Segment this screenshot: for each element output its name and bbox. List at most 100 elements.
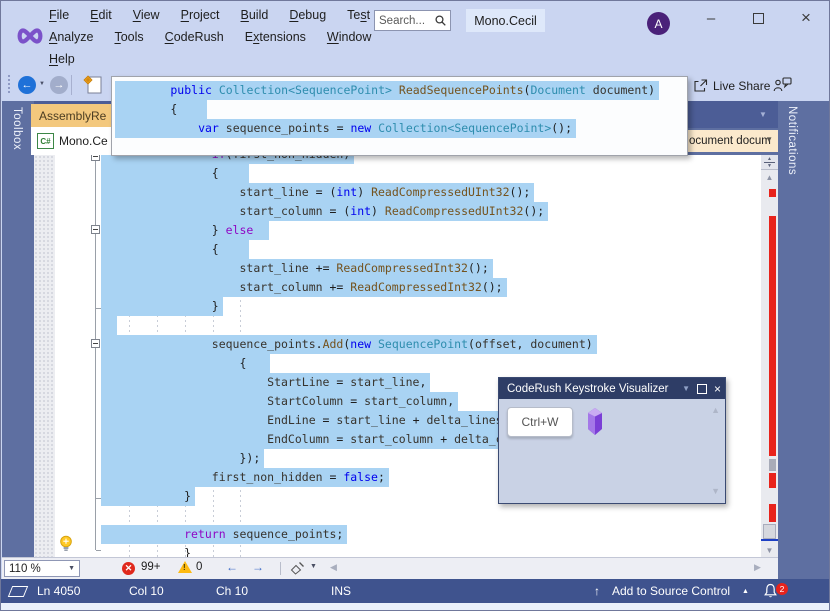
hscroll-right-icon[interactable]: ▶ (754, 562, 761, 573)
title-bar: File Edit View Project Build Debug Test Analyz… (1, 1, 830, 69)
scrollbar-error-mark (769, 189, 776, 197)
code-line[interactable]: StartColumn = start_column, (101, 392, 458, 411)
code-line[interactable]: } (101, 297, 223, 316)
menu-item-analyze[interactable]: Analyze (49, 30, 93, 44)
menu-item-extensions[interactable]: Extensions (245, 30, 306, 44)
code-line[interactable]: start_line = (int) ReadCompressedUInt32(… (101, 183, 534, 202)
send-feedback-icon[interactable] (773, 77, 792, 97)
live-share-icon (693, 78, 708, 93)
code-line[interactable]: EndLine = start_line + delta_lines, (101, 411, 514, 430)
back-dropdown-chevron-icon[interactable]: ▼ (39, 81, 45, 87)
collapse-region-button[interactable] (91, 155, 100, 161)
menu-item-help[interactable]: Help (49, 52, 75, 66)
minimize-button[interactable]: – (695, 5, 727, 31)
code-line[interactable]: { (101, 354, 270, 373)
code-line[interactable]: } else (101, 221, 269, 240)
new-file-icon[interactable] (83, 75, 105, 100)
code-line[interactable]: { (115, 100, 207, 119)
selection-mode-icon[interactable] (8, 586, 28, 597)
code-line[interactable]: } (101, 544, 191, 557)
menu-item-window[interactable]: Window (327, 30, 371, 44)
code-line[interactable]: first_non_hidden = false; (101, 468, 389, 487)
code-cleanup-broom-icon[interactable] (290, 561, 305, 579)
navigate-back-button[interactable]: ← (18, 76, 36, 94)
code-line[interactable]: if(first_non_hidden) (101, 155, 354, 164)
hscroll-left-icon[interactable]: ◀ (330, 562, 337, 573)
code-line[interactable]: EndColumn = start_column + delta_columns… (101, 430, 555, 449)
tooltip-lines: public Collection<SequencePoint> ReadSeq… (115, 77, 680, 155)
keystroke-visualizer-window: CodeRush Keystroke Visualizer ▼ × Ctrl+W… (498, 377, 726, 504)
status-column-number: Col 10 (129, 579, 164, 603)
collapse-region-button[interactable] (91, 225, 100, 234)
code-line[interactable]: start_line += ReadCompressedInt32(); (101, 259, 493, 278)
code-cleanup-chevron-icon[interactable]: ▼ (310, 563, 317, 570)
code-line[interactable]: public Collection<SequencePoint> ReadSeq… (115, 81, 659, 100)
visualizer-dropdown-chevron-icon[interactable]: ▼ (682, 384, 690, 393)
close-button[interactable]: × (790, 5, 822, 31)
visualizer-float-icon[interactable] (697, 384, 707, 394)
menu-bar-row-3: Help (49, 52, 75, 66)
warning-count[interactable]: 0 (196, 561, 202, 573)
menu-item-edit[interactable]: Edit (90, 8, 112, 22)
sidebar-tab-toolbox[interactable]: Toolbox (11, 107, 23, 150)
search-input[interactable]: Search... (374, 10, 451, 31)
tab-list-dropdown-icon[interactable]: ▼ (759, 110, 767, 119)
search-icon (435, 15, 446, 26)
live-share-button[interactable]: Live Share (693, 78, 770, 93)
scroll-down-icon[interactable]: ▼ (761, 544, 778, 556)
zoom-level-select[interactable]: 110 % ▼ (4, 560, 80, 577)
avatar[interactable]: A (647, 12, 670, 35)
solution-name[interactable]: Mono.Cecil (466, 9, 545, 32)
breakpoint-margin[interactable] (34, 155, 55, 557)
error-count[interactable]: 99+ (141, 561, 161, 573)
code-line[interactable]: }); (101, 449, 264, 468)
code-line[interactable]: start_column += ReadCompressedInt32(); (101, 278, 507, 297)
collapse-region-button[interactable] (91, 339, 100, 348)
code-line[interactable]: { (101, 164, 249, 183)
previous-issue-arrow-icon[interactable]: ← (226, 560, 238, 574)
warning-icon (178, 561, 192, 573)
add-to-source-control-button[interactable]: Add to Source Control (612, 579, 730, 603)
code-line[interactable]: { (101, 240, 249, 259)
navigate-forward-button[interactable]: → (50, 76, 68, 94)
keystroke-key: Ctrl+W (507, 407, 573, 437)
visualizer-scroll-down-icon[interactable]: ▼ (711, 486, 720, 496)
file-tab-label: Mono.Ce (59, 134, 108, 148)
vertical-scrollbar[interactable]: ▲▼ ▲ ▼ (761, 155, 778, 557)
menu-item-debug[interactable]: Debug (289, 8, 326, 22)
window-bottom-edge (1, 603, 830, 611)
menu-item-file[interactable]: File (49, 8, 69, 22)
status-insert-mode: INS (331, 579, 351, 603)
visualizer-close-icon[interactable]: × (714, 382, 721, 396)
next-issue-arrow-icon[interactable]: → (252, 560, 264, 574)
code-line[interactable]: StartLine = start_line, (101, 373, 430, 392)
quick-actions-lightbulb-icon[interactable] (59, 535, 73, 557)
scroll-up-icon[interactable]: ▲ (761, 171, 778, 183)
toolbar-grip-handle[interactable] (8, 75, 10, 95)
sidebar-tab-notifications[interactable]: Notifications (786, 106, 798, 175)
menu-item-project[interactable]: Project (181, 8, 220, 22)
menu-item-view[interactable]: View (133, 8, 160, 22)
outline-line (95, 160, 96, 550)
menu-item-build[interactable]: Build (241, 8, 269, 22)
visualizer-title-bar[interactable]: CodeRush Keystroke Visualizer ▼ × (499, 378, 725, 399)
code-line[interactable]: sequence_points.Add(new SequencePoint(of… (101, 335, 597, 354)
visualizer-scroll-up-icon[interactable]: ▲ (711, 405, 720, 415)
scrollbar-error-mark (769, 473, 776, 488)
menu-item-coderush[interactable]: CodeRush (165, 30, 224, 44)
source-control-chevron-icon[interactable]: ▲ (742, 580, 749, 604)
code-line[interactable]: return sequence_points; (101, 525, 347, 544)
menu-item-test[interactable]: Test (347, 8, 370, 22)
menu-item-tools[interactable]: Tools (114, 30, 143, 44)
scrollbar-thumb[interactable] (763, 524, 776, 539)
code-line[interactable]: } (101, 487, 195, 506)
code-line[interactable]: var sequence_points = new Collection<Seq… (115, 119, 576, 138)
status-bar: Ln 4050 Col 10 Ch 10 INS ↑ Add to Source… (1, 579, 830, 603)
maximize-button[interactable] (742, 5, 774, 31)
code-line[interactable] (101, 316, 117, 335)
status-character-number: Ch 10 (216, 579, 248, 603)
code-line[interactable]: start_column = (int) ReadCompressedUInt3… (101, 202, 548, 221)
editor-splitter-handle[interactable]: ▲▼ (761, 155, 778, 170)
member-dropdown-chevron-icon: ▼ (765, 135, 773, 144)
visual-studio-logo-icon (16, 24, 44, 48)
